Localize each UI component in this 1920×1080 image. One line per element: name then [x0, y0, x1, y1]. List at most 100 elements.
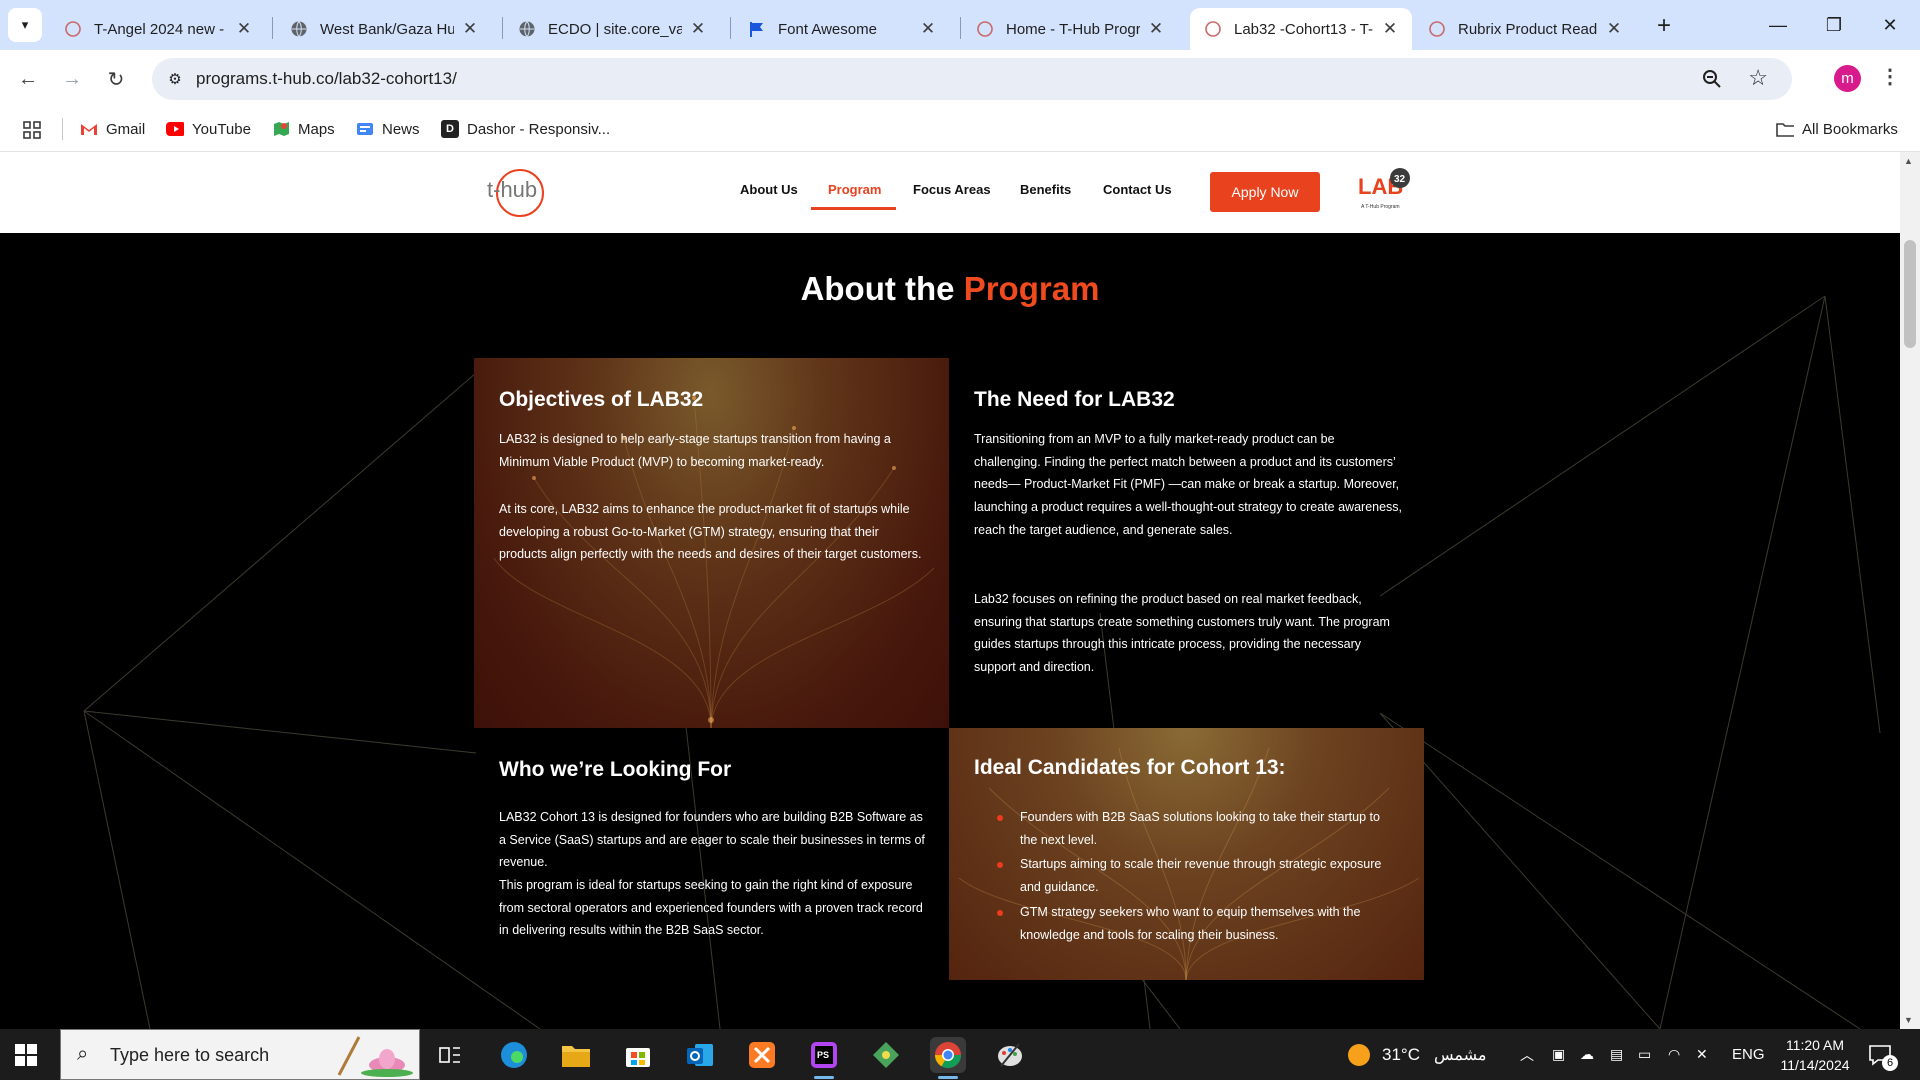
- zoom-icon[interactable]: [1700, 67, 1724, 91]
- onedrive-icon[interactable]: ☁: [1580, 1029, 1594, 1080]
- tab-separator: [502, 17, 503, 39]
- candidates-card: Ideal Candidates for Cohort 13: Founders…: [949, 728, 1424, 980]
- language-indicator[interactable]: ENG: [1732, 1029, 1765, 1080]
- weather-widget[interactable]: 31°C مشمس: [1348, 1029, 1486, 1080]
- security-icon[interactable]: ▤: [1610, 1029, 1623, 1080]
- url-text[interactable]: programs.t-hub.co/lab32-cohort13/: [196, 69, 457, 89]
- close-window-button[interactable]: ✕: [1862, 0, 1918, 50]
- tab-separator: [272, 17, 273, 39]
- site-settings-icon[interactable]: ⚙: [164, 68, 186, 90]
- looking-para-2: This program is ideal for startups seeki…: [499, 878, 923, 938]
- taskbar-search-box[interactable]: ⌕ Type here to search: [60, 1029, 420, 1080]
- minimize-button[interactable]: —: [1750, 0, 1806, 50]
- page-scrollbar[interactable]: ▲ ▼: [1900, 152, 1920, 1029]
- looking-para-1: LAB32 Cohort 13 is designed for founders…: [499, 810, 925, 870]
- menu-kebab-icon[interactable]: ⋮: [1880, 64, 1900, 89]
- close-icon[interactable]: ✕: [1146, 19, 1166, 39]
- scroll-down-arrow-icon[interactable]: ▼: [1904, 1015, 1913, 1025]
- bookmark-star-icon[interactable]: ☆: [1748, 65, 1768, 91]
- thub-favicon-icon: [64, 20, 82, 38]
- close-icon[interactable]: ✕: [1604, 19, 1624, 39]
- bookmark-maps[interactable]: Maps: [272, 120, 335, 138]
- all-bookmarks[interactable]: All Bookmarks: [1776, 120, 1898, 138]
- tab-rubrix[interactable]: Rubrix Product Readi ✕: [1414, 8, 1636, 50]
- close-icon[interactable]: ✕: [460, 19, 480, 39]
- taskbar-clock[interactable]: 11:20 AM 11/14/2024: [1772, 1035, 1858, 1075]
- profile-avatar[interactable]: m: [1834, 65, 1861, 92]
- thub-logo[interactable]: t-hub: [486, 164, 548, 218]
- section-title: About the Program: [0, 270, 1900, 308]
- candidate-item-text: GTM strategy seekers who want to equip t…: [1020, 904, 1361, 942]
- apps-grid-icon[interactable]: [22, 120, 42, 140]
- maps-icon: [272, 120, 290, 138]
- git-kraken-icon[interactable]: [868, 1037, 904, 1073]
- tab-home-thub[interactable]: Home - T-Hub Progr ✕: [962, 8, 1178, 50]
- nav-program[interactable]: Program: [828, 182, 881, 197]
- xampp-icon[interactable]: [744, 1037, 780, 1073]
- tab-title: Font Awesome: [778, 20, 877, 38]
- edge-icon[interactable]: [496, 1037, 532, 1073]
- close-icon[interactable]: ✕: [918, 19, 938, 39]
- meet-now-icon[interactable]: ▣: [1552, 1029, 1565, 1080]
- paint-icon[interactable]: [992, 1037, 1028, 1073]
- search-placeholder: Type here to search: [110, 1045, 270, 1065]
- objectives-card: Objectives of LAB32 LAB32 is designed to…: [474, 358, 949, 728]
- nav-contact-us[interactable]: Contact Us: [1103, 182, 1172, 197]
- need-title: The Need for LAB32: [974, 388, 1175, 411]
- tab-title: T-Angel 2024 new - T: [94, 20, 228, 38]
- tab-ecdo[interactable]: ECDO | site.core_valu ✕: [504, 8, 720, 50]
- back-button[interactable]: ←: [12, 63, 44, 95]
- bookmark-label: Gmail: [106, 120, 146, 138]
- objectives-title: Objectives of LAB32: [499, 388, 704, 411]
- bookmark-youtube[interactable]: YouTube: [166, 120, 251, 138]
- bookmarks-divider: [62, 118, 63, 140]
- search-icon: ⌕: [77, 1043, 89, 1065]
- forward-button[interactable]: →: [56, 63, 88, 95]
- scroll-thumb[interactable]: [1904, 240, 1916, 348]
- candidate-item-text: Founders with B2B SaaS solutions looking…: [1020, 810, 1380, 847]
- flag-favicon-icon: [748, 20, 766, 38]
- apply-now-button[interactable]: Apply Now: [1210, 172, 1320, 212]
- tab-font-awesome[interactable]: Font Awesome ✕: [734, 8, 950, 50]
- thub-logo-text: t-hub: [487, 177, 537, 202]
- notification-center-icon[interactable]: 6: [1868, 1029, 1898, 1080]
- wifi-icon[interactable]: ◠: [1668, 1029, 1680, 1080]
- windows-start-icon[interactable]: [14, 1043, 38, 1067]
- tab-lab32-active[interactable]: Lab32 -Cohort13 - T- ✕: [1190, 8, 1412, 50]
- chrome-icon[interactable]: [930, 1037, 966, 1079]
- objectives-para-2: At its core, LAB32 aims to enhance the p…: [499, 502, 922, 562]
- svg-text:PS: PS: [817, 1050, 829, 1060]
- tab-separator: [730, 17, 731, 39]
- close-icon[interactable]: ✕: [688, 19, 708, 39]
- bookmark-dashor[interactable]: D Dashor - Responsiv...: [441, 120, 610, 138]
- reload-button[interactable]: ↻: [100, 63, 132, 95]
- close-icon[interactable]: ✕: [234, 19, 254, 39]
- looking-title: Who we’re Looking For: [499, 758, 732, 781]
- nav-benefits[interactable]: Benefits: [1020, 182, 1071, 197]
- list-item: Founders with B2B SaaS solutions looking…: [997, 806, 1397, 851]
- need-card: The Need for LAB32 Transitioning from an…: [949, 358, 1424, 728]
- address-bar[interactable]: ⚙ programs.t-hub.co/lab32-cohort13/ ☆: [152, 58, 1792, 100]
- outlook-icon[interactable]: [682, 1037, 718, 1073]
- nav-focus-areas[interactable]: Focus Areas: [913, 182, 991, 197]
- restore-button[interactable]: ❐: [1806, 0, 1862, 50]
- tray-overflow-chevron-icon[interactable]: ︿: [1520, 1029, 1534, 1080]
- close-icon[interactable]: ✕: [1380, 19, 1400, 39]
- bookmark-gmail[interactable]: Gmail: [80, 120, 145, 138]
- lab32-logo[interactable]: LAB 32 A T-Hub Program: [1358, 166, 1416, 212]
- scroll-up-arrow-icon[interactable]: ▲: [1904, 156, 1913, 166]
- nav-about-us[interactable]: About Us: [740, 182, 798, 197]
- new-tab-button[interactable]: +: [1650, 12, 1678, 40]
- task-view-icon[interactable]: [432, 1037, 468, 1073]
- tab-search-button[interactable]: ▾: [8, 8, 42, 42]
- tab-t-angel[interactable]: T-Angel 2024 new - T ✕: [50, 8, 266, 50]
- tab-west-bank[interactable]: West Bank/Gaza Hun ✕: [276, 8, 492, 50]
- bookmarks-bar: Gmail YouTube Maps News D Dashor - Respo…: [0, 108, 1920, 152]
- microsoft-store-icon[interactable]: [620, 1037, 656, 1073]
- bookmark-news[interactable]: News: [356, 120, 420, 138]
- volume-muted-icon[interactable]: ✕: [1696, 1029, 1708, 1080]
- phpstorm-icon[interactable]: PS: [806, 1037, 842, 1079]
- battery-icon[interactable]: ▭: [1638, 1029, 1651, 1080]
- weather-text: مشمس: [1433, 1046, 1487, 1064]
- file-explorer-icon[interactable]: [558, 1037, 594, 1073]
